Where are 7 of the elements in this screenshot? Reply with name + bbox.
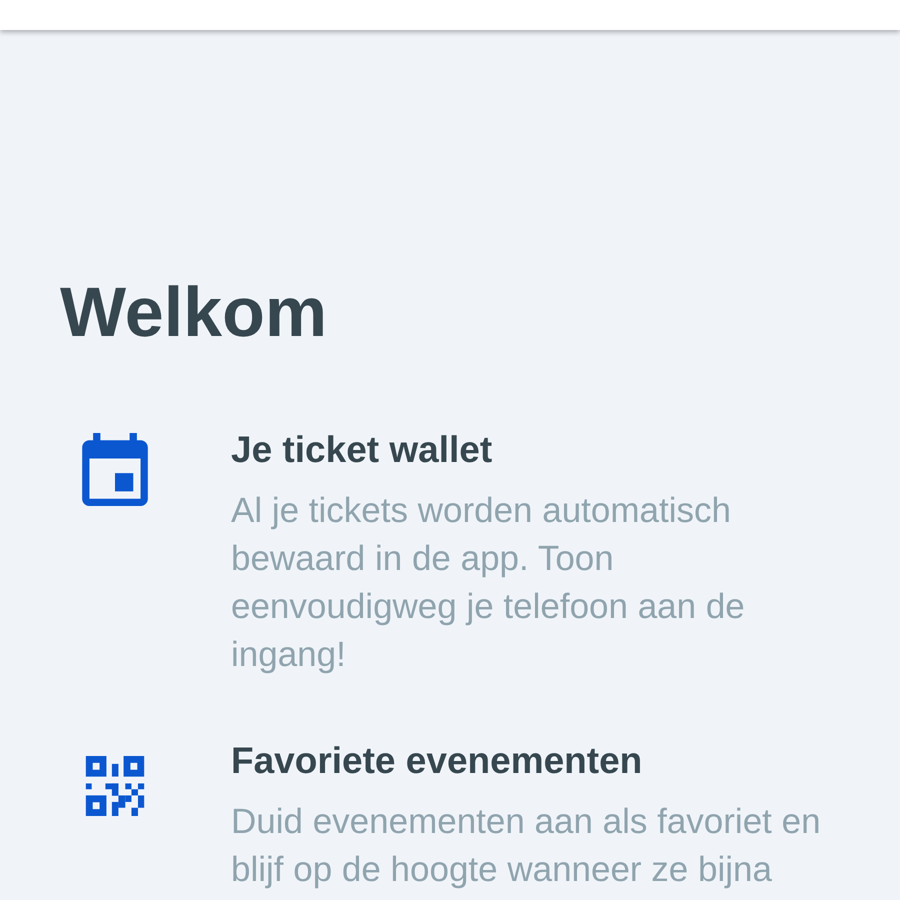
- qr-code-icon: [85, 756, 145, 816]
- page-heading: Welkom: [60, 272, 328, 353]
- feature-description: Duid evenementen aan als favoriet en blijf op de hoogte wanneer ze bijna: [231, 801, 822, 891]
- feature-description: Al je tickets worden automatisch bewaard in de app. Toon eenvoudigweg je telefoon aan de ingang!: [231, 490, 746, 676]
- feature-title: Favoriete evenementen: [231, 739, 642, 783]
- feature-title: Je ticket wallet: [231, 428, 492, 472]
- calendar-icon: [82, 433, 148, 506]
